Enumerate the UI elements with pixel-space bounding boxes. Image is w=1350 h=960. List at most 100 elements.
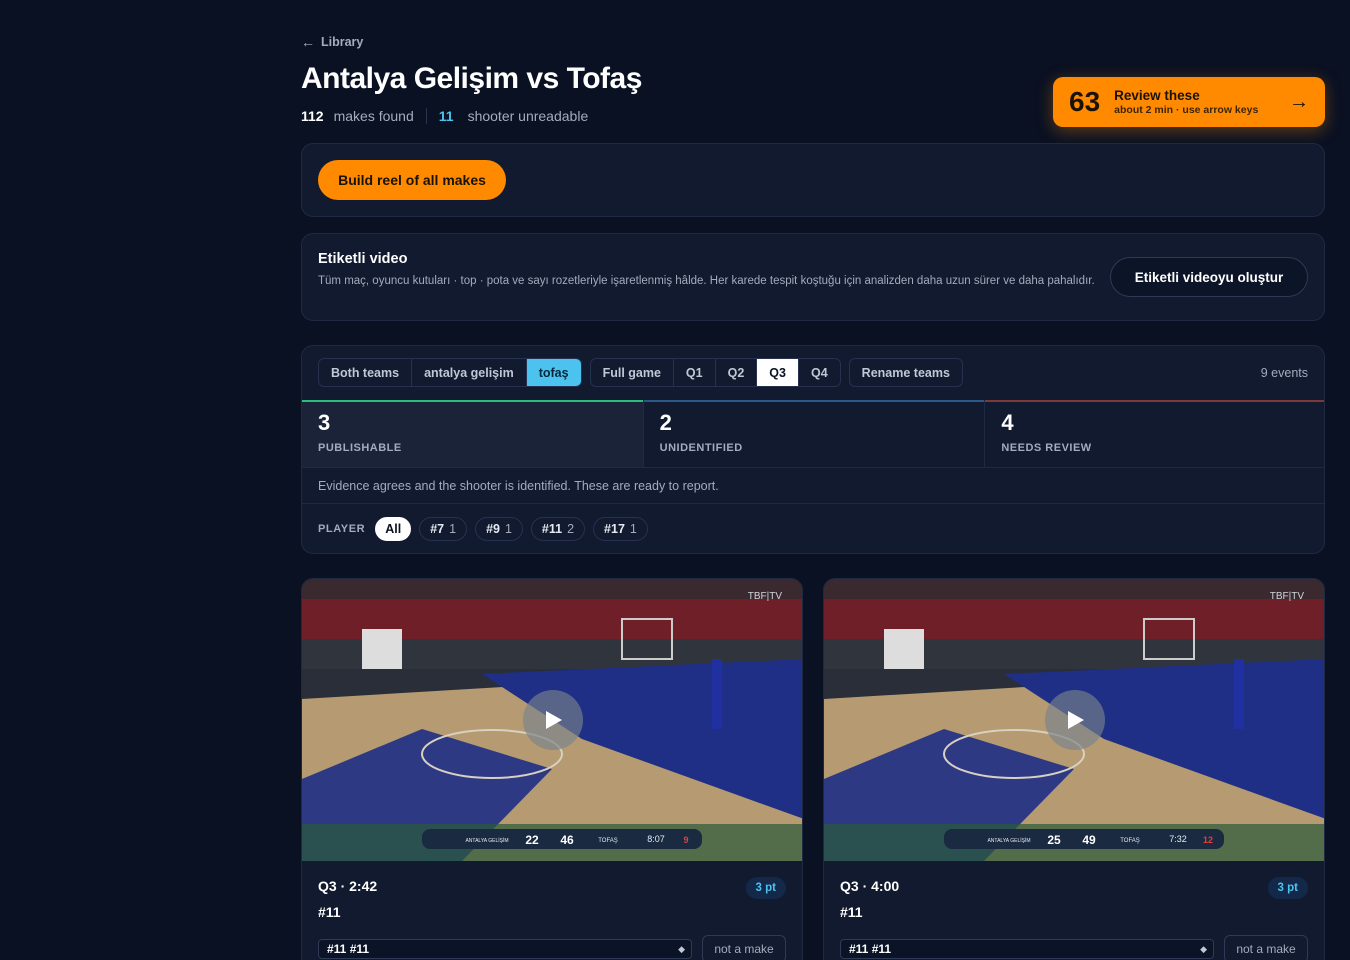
overlay-away-score: 46 [560, 833, 574, 847]
overlay-home: ANTALYA GELİŞİM [465, 837, 508, 844]
shooter-select[interactable]: #11 #11 ◆ [318, 939, 692, 959]
stats-divider [425, 108, 427, 124]
makes-label: makes found [333, 108, 414, 124]
period-option-q4[interactable]: Q4 [799, 359, 840, 386]
overlay-away-score: 49 [1082, 833, 1096, 847]
team-option-tofas[interactable]: tofaş [526, 359, 581, 386]
review-title: Review these [1114, 88, 1200, 103]
play-icon [1068, 711, 1084, 729]
clip-thumbnail[interactable]: TBF|TV ANTALYA GELİŞİM 25 49 TOFAŞ 7:32 … [824, 579, 1324, 861]
labeled-video-heading: Etiketli video [318, 251, 408, 267]
player-chip-name: #11 [541, 522, 563, 536]
period-option-q1[interactable]: Q1 [674, 359, 716, 386]
player-chip-count: 2 [567, 522, 575, 536]
create-labeled-video-button[interactable]: Etiketli videoyu oluştur [1110, 257, 1308, 297]
player-chip-count: 1 [504, 522, 512, 536]
filter-bar: Both teams antalya gelişim tofaş Full ga… [318, 358, 963, 387]
shooter-select[interactable]: #11 #11 ◆ [840, 939, 1214, 959]
clip-time: Q3 · 4:00 [840, 878, 900, 894]
build-reel-button[interactable]: Build reel of all makes [318, 160, 506, 200]
unreadable-count: 11 [438, 108, 454, 124]
arrow-right-icon: → [1289, 90, 1309, 113]
overlay-watermark: TBF|TV [1270, 591, 1305, 602]
unreadable-label: shooter unreadable [467, 108, 589, 124]
bucket-label: NEEDS REVIEW [1001, 442, 1092, 454]
clip-thumbnail[interactable]: TBF|TV ANTALYA GELİŞİM 22 46 TOFAŞ 8:07 … [302, 579, 802, 861]
bucket-tabs: 3 PUBLISHABLE 2 UNIDENTIFIED 4 NEEDS REV… [302, 400, 1324, 468]
shooter-select-value: #11 #11 [849, 942, 892, 956]
bucket-label: UNIDENTIFIED [659, 442, 743, 454]
period-filter: Full game Q1 Q2 Q3 Q4 [589, 358, 841, 387]
clip-time: Q3 · 2:42 [318, 878, 378, 894]
player-chip-11[interactable]: #11 2 [530, 517, 586, 541]
overlay-home: ANTALYA GELİŞİM [987, 837, 1030, 844]
not-a-make-button[interactable]: not a make [702, 935, 786, 960]
overlay-clock: 7:32 [1169, 834, 1187, 844]
player-chip-name: #17 [604, 522, 625, 536]
divider [302, 503, 1324, 504]
points-badge: 3 pt [1267, 877, 1308, 899]
overlay-clock: 8:07 [647, 834, 665, 844]
bucket-label: PUBLISHABLE [318, 442, 402, 454]
player-chip-9[interactable]: #9 1 [475, 517, 523, 541]
player-chip-count: 1 [449, 522, 457, 536]
play-button[interactable] [1045, 690, 1105, 750]
bucket-publishable[interactable]: 3 PUBLISHABLE [302, 400, 644, 467]
overlay-watermark: TBF|TV [748, 591, 783, 602]
bucket-count: 3 [318, 410, 331, 435]
player-filter-label: PLAYER [318, 523, 366, 535]
player-chip-name: #9 [486, 522, 500, 536]
overlay-shot-clock: 9 [683, 835, 688, 845]
page-title: Antalya Gelişim vs Tofaş [301, 62, 642, 95]
clip-card: TBF|TV ANTALYA GELİŞİM 25 49 TOFAŞ 7:32 … [823, 578, 1325, 960]
play-button[interactable] [523, 690, 583, 750]
summary-stats: 112 makes found 11 shooter unreadable [301, 108, 588, 124]
period-option-q3[interactable]: Q3 [757, 359, 799, 386]
points-badge: 3 pt [745, 877, 786, 899]
not-a-make-button[interactable]: not a make [1224, 935, 1308, 960]
overlay-home-score: 25 [1047, 833, 1061, 847]
team-filter: Both teams antalya gelişim tofaş [318, 358, 582, 387]
overlay-away: TOFAŞ [598, 838, 618, 844]
player-filter: PLAYER All #7 1 #9 1 #11 2 #17 1 [318, 517, 648, 541]
team-option-both[interactable]: Both teams [319, 359, 413, 386]
player-chip-17[interactable]: #17 1 [593, 517, 648, 541]
overlay-away: TOFAŞ [1120, 838, 1140, 844]
labeled-video-panel: Etiketli video Tüm maç, oyuncu kutuları … [301, 233, 1325, 321]
select-caret-icon: ◆ [1200, 943, 1207, 954]
bucket-needs-review[interactable]: 4 NEEDS REVIEW [985, 400, 1324, 467]
rename-teams: Rename teams [848, 358, 963, 387]
back-arrow-icon: ← [301, 34, 315, 50]
bucket-bar [643, 400, 985, 402]
back-link[interactable]: ← Library [301, 34, 363, 50]
bucket-count: 2 [659, 410, 672, 435]
review-text: Review these about 2 min · use arrow key… [1114, 88, 1289, 116]
labeled-video-description: Tüm maç, oyuncu kutuları · top · pota ve… [318, 275, 1095, 287]
clip-player: #11 [318, 904, 341, 920]
clip-player: #11 [840, 904, 863, 920]
player-chip-7[interactable]: #7 1 [419, 517, 468, 541]
bucket-unidentified[interactable]: 2 UNIDENTIFIED [643, 400, 986, 467]
period-option-q2[interactable]: Q2 [716, 359, 758, 386]
back-label: Library [321, 35, 364, 49]
overlay-home-score: 22 [525, 833, 539, 847]
bucket-bar [302, 400, 643, 402]
bucket-bar [985, 400, 1324, 402]
play-icon [546, 711, 562, 729]
team-option-antalya[interactable]: antalya gelişim [412, 359, 527, 386]
review-subtitle: about 2 min · use arrow keys [1114, 104, 1259, 116]
review-button[interactable]: 63 Review these about 2 min · use arrow … [1053, 77, 1325, 127]
select-caret-icon: ◆ [678, 943, 685, 954]
makes-count: 112 [301, 108, 324, 124]
period-option-full[interactable]: Full game [591, 359, 674, 386]
shooter-select-value: #11 #11 [327, 942, 370, 956]
clip-card: TBF|TV ANTALYA GELİŞİM 22 46 TOFAŞ 8:07 … [301, 578, 803, 960]
rename-teams-button[interactable]: Rename teams [850, 359, 962, 386]
review-count: 63 [1069, 86, 1101, 117]
player-chip-all[interactable]: All [375, 517, 412, 541]
overlay-shot-clock: 12 [1203, 835, 1213, 845]
build-panel: Build reel of all makes [301, 143, 1325, 217]
player-chip-count: 1 [629, 522, 637, 536]
player-chip-name: #7 [430, 522, 445, 536]
events-count: 9 events [1260, 366, 1308, 380]
